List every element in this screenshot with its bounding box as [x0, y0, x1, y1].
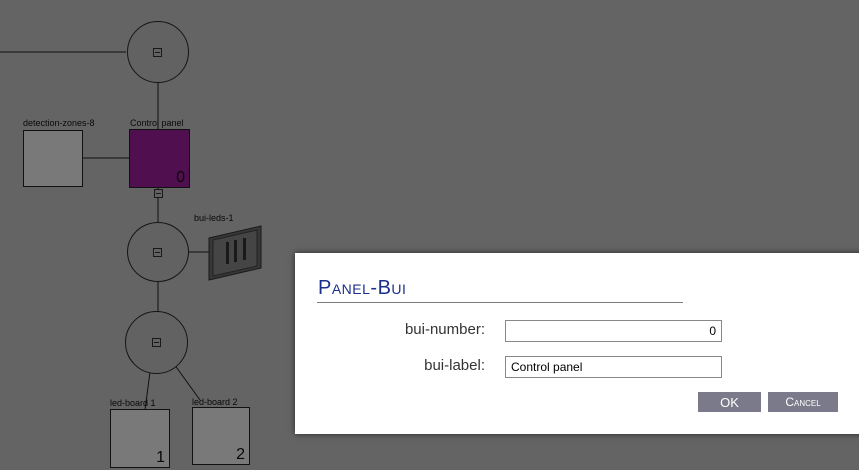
- bui-number-input[interactable]: [505, 320, 722, 342]
- title-divider: [317, 302, 683, 303]
- bui-label-input[interactable]: [505, 356, 722, 378]
- bui-number-label: bui-number:: [404, 321, 485, 338]
- cancel-button[interactable]: Cancel: [768, 392, 838, 412]
- ok-button[interactable]: OK: [698, 392, 761, 412]
- dialog-title: Panel-Bui: [318, 277, 407, 299]
- panel-bui-dialog: Panel-Bui bui-number: bui-label: OK Canc…: [295, 253, 859, 434]
- bui-label-label: bui-label:: [424, 357, 485, 374]
